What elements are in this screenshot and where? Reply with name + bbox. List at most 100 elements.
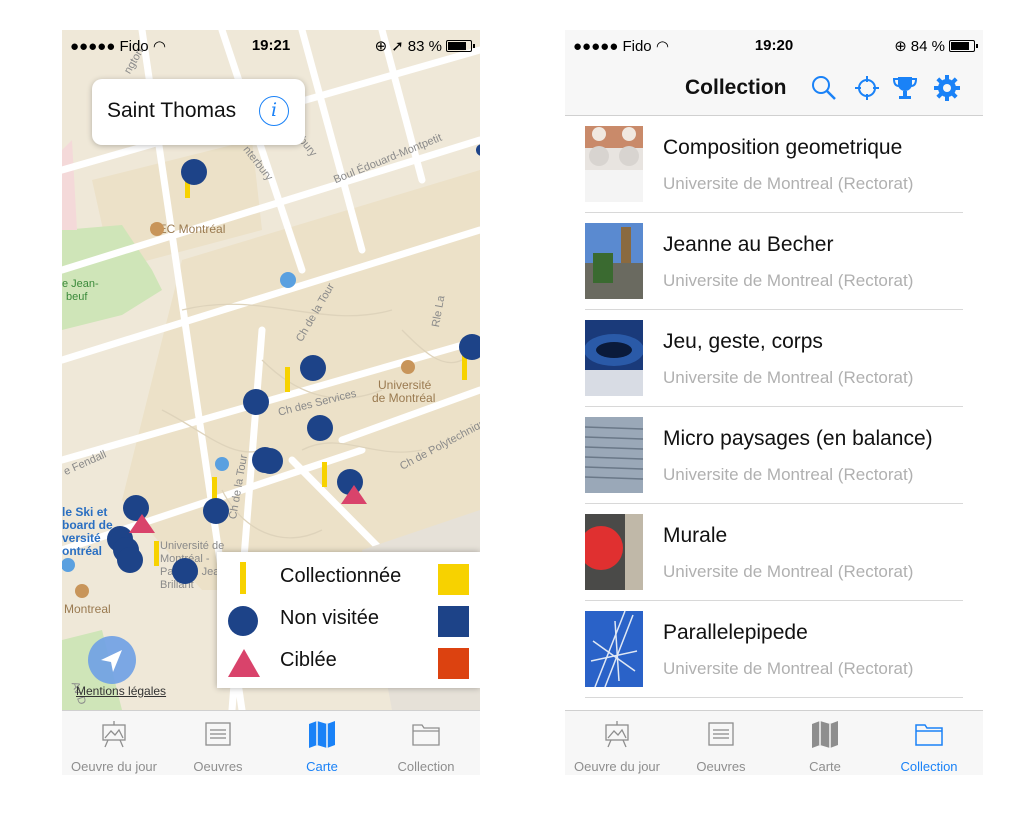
tab-collection[interactable]: Collection — [877, 711, 981, 775]
unvisited-marker[interactable] — [307, 415, 333, 441]
crosshair-icon[interactable] — [853, 74, 881, 102]
map-icon — [812, 721, 838, 748]
artwork-thumbnail — [585, 320, 643, 396]
tab-label: Oeuvre du jour — [574, 759, 660, 774]
search-icon[interactable] — [810, 74, 838, 102]
orientation-lock-icon: ⊕ — [374, 38, 388, 55]
legend-swatch-blue — [438, 606, 469, 637]
tab-oeuvres[interactable]: Oeuvres — [669, 711, 773, 775]
collected-marker[interactable] — [462, 355, 467, 380]
location-arrow-icon — [101, 650, 122, 672]
tab-bar: Oeuvre du jour Oeuvres Carte Collection — [62, 710, 480, 775]
tab-carte[interactable]: Carte — [270, 711, 374, 775]
tab-oeuvre-du-jour[interactable]: Oeuvre du jour — [62, 711, 166, 775]
pink-triangle-icon — [228, 649, 260, 677]
unvisited-marker[interactable] — [476, 144, 480, 156]
page-title: Collection — [685, 76, 787, 99]
blue-circle-icon — [228, 606, 258, 636]
item-subtitle: Universite de Montreal (Rectorat) — [663, 465, 914, 484]
collected-marker[interactable] — [285, 367, 290, 392]
tab-label: Carte — [306, 759, 338, 774]
unvisited-marker[interactable] — [181, 159, 207, 185]
battery-icon — [949, 40, 978, 52]
marker-callout[interactable]: Saint Thomas i — [92, 79, 305, 145]
folder-icon — [915, 724, 943, 746]
legal-link[interactable]: Mentions légales — [76, 684, 166, 698]
unvisited-marker[interactable] — [243, 389, 269, 415]
legend-row-unvisited: Non visitée — [217, 600, 480, 640]
nav-bar: Collection — [565, 60, 983, 116]
unvisited-marker[interactable] — [117, 547, 143, 573]
status-bar: ●●●●● Fido ◠ 19:21 ⊕ ➚ 83 % — [62, 30, 480, 60]
list-item[interactable]: Murale Universite de Montreal (Rectorat) — [565, 504, 983, 601]
legend-swatch-yellow — [438, 564, 469, 595]
easel-icon — [102, 721, 126, 748]
legend-row-targeted: Ciblée — [217, 642, 480, 682]
tab-label: Oeuvre du jour — [71, 759, 157, 774]
collection-list: Composition geometrique Universite de Mo… — [565, 116, 983, 710]
map-view[interactable]: HEC Montréal Université de Montréal Boul… — [62, 30, 480, 710]
map-screen: HEC Montréal Université de Montréal Boul… — [62, 30, 480, 775]
legend-label: Collectionnée — [280, 565, 402, 587]
unvisited-marker[interactable] — [123, 495, 149, 521]
locate-me-button[interactable] — [88, 636, 136, 684]
folder-icon — [412, 724, 440, 746]
unvisited-marker[interactable] — [172, 558, 198, 584]
artwork-thumbnail — [585, 514, 643, 590]
unvisited-marker[interactable] — [203, 498, 229, 524]
list-icon — [205, 722, 231, 746]
artwork-thumbnail — [585, 417, 643, 493]
list-item[interactable]: Composition geometrique Universite de Mo… — [565, 116, 983, 213]
trophy-icon[interactable] — [891, 74, 919, 102]
artwork-thumbnail — [585, 126, 643, 202]
tab-label: Oeuvres — [193, 759, 243, 774]
tab-bar: Oeuvre du jour Oeuvres Carte Collection — [565, 710, 983, 775]
item-title: Micro paysages (en balance) — [663, 427, 933, 450]
parking-icon — [215, 457, 229, 471]
tab-label: Oeuvres — [696, 759, 746, 774]
tab-oeuvres[interactable]: Oeuvres — [166, 711, 270, 775]
legend-label: Non visitée — [280, 607, 379, 629]
battery-icon — [446, 40, 475, 52]
poi-icon — [401, 360, 415, 374]
tab-label: Collection — [397, 759, 455, 774]
collection-screen: ●●●●● Fido ◠ 19:20 ⊕ 84 % Collection Com… — [565, 30, 983, 775]
location-icon: ➚ — [391, 38, 404, 55]
item-subtitle: Universite de Montreal (Rectorat) — [663, 368, 914, 387]
status-right: ⊕ ➚ 83 % — [374, 37, 475, 55]
item-subtitle: Universite de Montreal (Rectorat) — [663, 174, 914, 193]
item-title: Parallelepipede — [663, 621, 808, 644]
artwork-thumbnail — [585, 611, 643, 687]
collected-marker[interactable] — [154, 541, 159, 566]
transit-icon — [62, 558, 75, 572]
callout-title: Saint Thomas — [107, 99, 237, 122]
bus-stop-icon — [280, 272, 296, 288]
tab-carte[interactable]: Carte — [773, 711, 877, 775]
list-item[interactable]: Micro paysages (en balance) Universite d… — [565, 407, 983, 504]
tab-collection[interactable]: Collection — [374, 711, 478, 775]
tab-label: Carte — [809, 759, 841, 774]
unvisited-marker[interactable] — [300, 355, 326, 381]
list-item[interactable]: Jeu, geste, corps Universite de Montreal… — [565, 310, 983, 407]
list-item[interactable]: Jeanne au Becher Universite de Montreal … — [565, 213, 983, 310]
poi-icon — [75, 584, 89, 598]
legend-label: Ciblée — [280, 649, 337, 671]
info-icon[interactable]: i — [259, 96, 289, 126]
list-icon — [708, 722, 734, 746]
list-item[interactable]: Parallelepipede Universite de Montreal (… — [565, 601, 983, 698]
item-subtitle: Universite de Montreal (Rectorat) — [663, 659, 914, 678]
divider — [585, 697, 963, 698]
item-subtitle: Universite de Montreal (Rectorat) — [663, 562, 914, 581]
item-title: Murale — [663, 524, 728, 547]
gear-icon[interactable] — [933, 74, 961, 102]
status-right: ⊕ 84 % — [894, 37, 978, 55]
battery-percent: 83 % — [407, 37, 442, 55]
tab-oeuvre-du-jour[interactable]: Oeuvre du jour — [565, 711, 669, 775]
tab-label: Collection — [900, 759, 958, 774]
unvisited-marker[interactable] — [257, 448, 283, 474]
poi-icon — [150, 222, 164, 236]
item-title: Jeanne au Becher — [663, 233, 834, 256]
item-title: Jeu, geste, corps — [663, 330, 823, 353]
collected-marker[interactable] — [322, 462, 327, 487]
map-icon — [309, 721, 335, 748]
